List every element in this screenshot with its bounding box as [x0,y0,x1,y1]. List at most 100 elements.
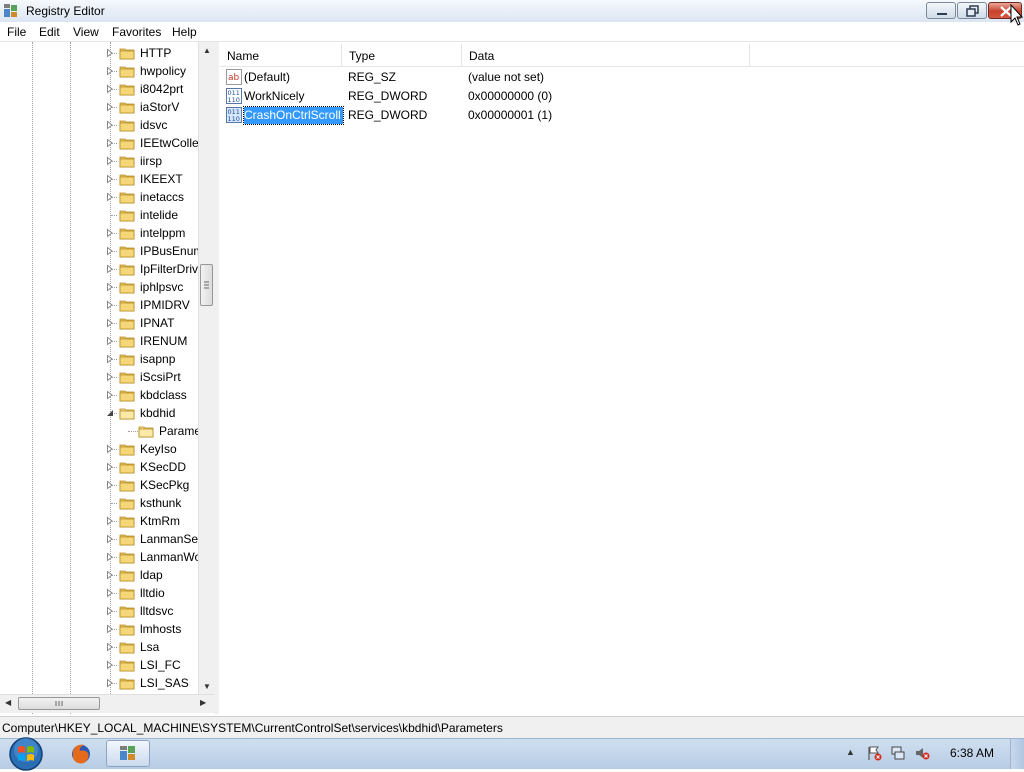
minimize-button[interactable] [926,2,956,19]
regedit-taskbar-button[interactable] [106,740,150,767]
network-icon[interactable] [890,745,906,761]
expand-arrow-icon[interactable] [106,458,114,476]
tree-horizontal-scrollbar[interactable]: ◀ ▶ [0,694,214,713]
tree-horizontal-scroll-thumb[interactable] [18,697,100,710]
action-center-flag-icon[interactable] [866,745,882,761]
expand-arrow-icon[interactable] [106,134,114,152]
menu-edit[interactable]: Edit [39,25,60,39]
expand-arrow-icon[interactable] [106,548,114,566]
tree-item[interactable]: LanmanWo [0,548,198,566]
expand-arrow-icon[interactable] [106,260,114,278]
column-header-data[interactable]: Data [462,44,750,66]
value-list[interactable]: Name Type Data ab (Default) REG_SZ (valu… [220,42,1024,714]
tree-item[interactable]: IKEEXT [0,170,198,188]
expand-arrow-icon[interactable] [106,152,114,170]
expand-arrow-icon[interactable] [106,674,114,692]
expand-arrow-icon[interactable] [106,476,114,494]
expand-arrow-icon[interactable] [106,296,114,314]
expand-arrow-icon[interactable] [106,530,114,548]
tree-item[interactable]: hwpolicy [0,62,198,80]
expand-arrow-icon[interactable] [106,62,114,80]
scroll-down-icon[interactable]: ▼ [203,682,211,691]
tree-item[interactable]: ldap [0,566,198,584]
expand-arrow-icon[interactable] [106,188,114,206]
tree-item[interactable]: IPNAT [0,314,198,332]
expand-arrow-icon[interactable] [106,602,114,620]
tree-item[interactable]: iirsp [0,152,198,170]
tree-item[interactable]: intelide [0,206,198,224]
tree-item[interactable]: lmhosts [0,620,198,638]
restore-button[interactable] [957,2,987,19]
tree-item[interactable]: iScsiPrt [0,368,198,386]
tree-item[interactable]: IPBusEnum [0,242,198,260]
tree-item[interactable]: intelppm [0,224,198,242]
show-hidden-icons-icon[interactable]: ▲ [846,747,862,763]
tree-item[interactable]: KSecPkg [0,476,198,494]
value-row[interactable]: 011 110 WorkNicely REG_DWORD 0x00000000 … [220,87,1024,106]
expand-arrow-icon[interactable] [106,116,114,134]
tree-item[interactable]: LanmanSer [0,530,198,548]
tree-item[interactable]: i8042prt [0,80,198,98]
tree-item[interactable]: IpFilterDriv [0,260,198,278]
tree-item[interactable]: kbdhid [0,404,198,422]
value-row-selected[interactable]: 011 110 CrashOnCtrlScroll REG_DWORD 0x00… [220,106,1024,125]
tree-item[interactable]: Parame [0,422,198,440]
title-bar[interactable]: Registry Editor [0,0,1024,23]
firefox-taskbar-icon[interactable] [66,741,96,767]
expand-arrow-icon[interactable] [106,80,114,98]
scroll-left-icon[interactable]: ◀ [5,698,11,707]
clock[interactable]: 6:38 AM [950,746,994,760]
expand-arrow-icon[interactable] [106,638,114,656]
tree-item[interactable]: IRENUM [0,332,198,350]
expand-arrow-icon[interactable] [106,386,114,404]
expand-arrow-icon[interactable] [106,278,114,296]
tree-item[interactable]: iaStorV [0,98,198,116]
scroll-up-icon[interactable]: ▲ [203,46,211,55]
tree-item[interactable]: IPMIDRV [0,296,198,314]
collapse-arrow-icon[interactable] [106,404,114,422]
expand-arrow-icon[interactable] [106,566,114,584]
tree-item[interactable]: LSI_FC [0,656,198,674]
tree-item[interactable]: LSI_SAS [0,674,198,692]
tree-item[interactable]: HTTP [0,44,198,62]
tree-item[interactable]: Lsa [0,638,198,656]
expand-arrow-icon[interactable] [106,224,114,242]
tree-item[interactable]: lltdsvc [0,602,198,620]
menu-help[interactable]: Help [172,25,197,39]
tree-item[interactable]: iphlpsvc [0,278,198,296]
expand-arrow-icon[interactable] [106,170,114,188]
key-tree[interactable]: HTTP hwpolicy i8042prt iaStorV idsvc IEEtwCol… [0,42,215,714]
expand-arrow-icon[interactable] [106,350,114,368]
tree-item[interactable]: isapnp [0,350,198,368]
expand-arrow-icon[interactable] [106,368,114,386]
expand-arrow-icon[interactable] [106,440,114,458]
column-header-type[interactable]: Type [342,44,462,66]
column-header-name[interactable]: Name [220,44,342,66]
tree-vertical-scroll-thumb[interactable] [200,264,213,306]
menu-view[interactable]: View [73,25,99,39]
value-row[interactable]: ab (Default) REG_SZ (value not set) [220,68,1024,87]
menu-file[interactable]: File [7,25,26,39]
volume-muted-icon[interactable] [914,745,930,761]
tree-vertical-scrollbar[interactable]: ▲ ▼ [198,42,215,694]
tree-item[interactable]: ksthunk [0,494,198,512]
tree-item[interactable]: KtmRm [0,512,198,530]
start-button[interactable] [8,736,44,772]
expand-arrow-icon[interactable] [106,512,114,530]
tree-item[interactable]: KSecDD [0,458,198,476]
expand-arrow-icon[interactable] [106,44,114,62]
tree-item[interactable]: inetaccs [0,188,198,206]
tree-item[interactable]: KeyIso [0,440,198,458]
expand-arrow-icon[interactable] [106,314,114,332]
tree-item[interactable]: idsvc [0,116,198,134]
expand-arrow-icon[interactable] [106,332,114,350]
expand-arrow-icon[interactable] [106,656,114,674]
scroll-right-icon[interactable]: ▶ [200,698,206,707]
menu-favorites[interactable]: Favorites [112,25,161,39]
expand-arrow-icon[interactable] [106,584,114,602]
expand-arrow-icon[interactable] [106,620,114,638]
show-desktop-button[interactable] [1010,739,1024,769]
expand-arrow-icon[interactable] [106,98,114,116]
tree-item[interactable]: kbdclass [0,386,198,404]
expand-arrow-icon[interactable] [106,242,114,260]
